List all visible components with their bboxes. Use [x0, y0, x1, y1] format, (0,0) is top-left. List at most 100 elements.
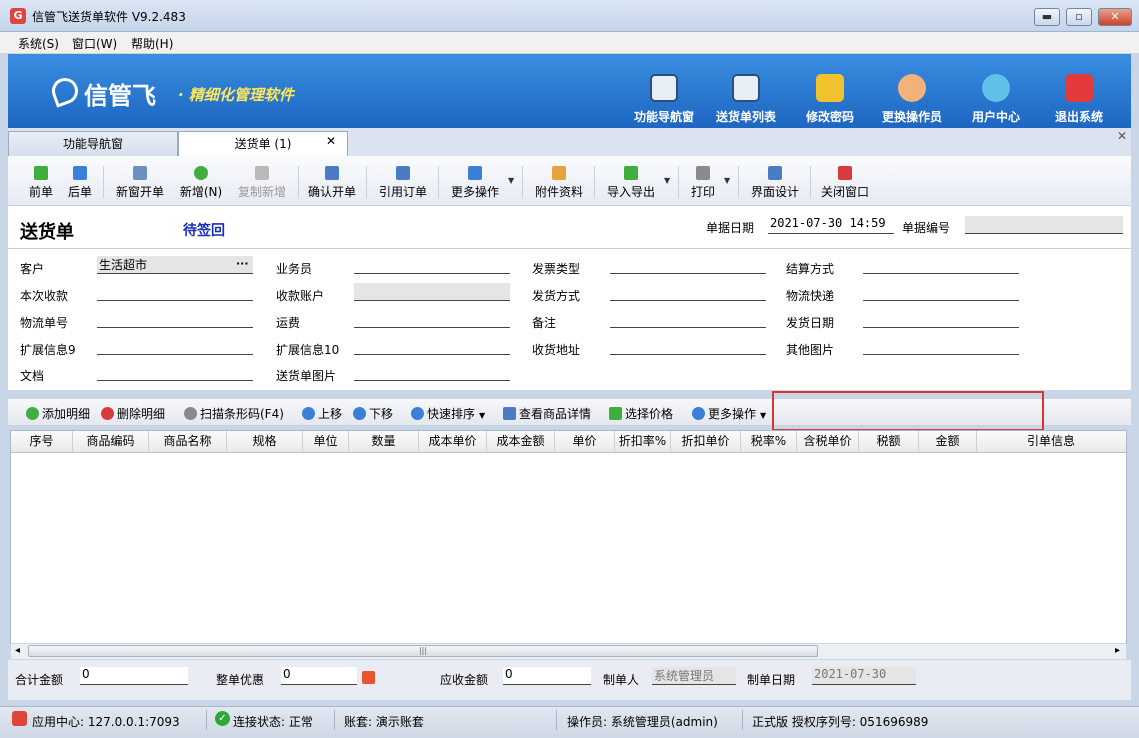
move-up-button[interactable]: 上移 [302, 405, 342, 422]
column-header[interactable]: 金额 [919, 431, 977, 453]
delete-line-button[interactable]: 删除明细 [101, 405, 165, 422]
delivery-address-field[interactable] [610, 337, 766, 355]
freight-field[interactable] [354, 310, 510, 328]
column-header[interactable]: 税率% [741, 431, 797, 453]
column-header[interactable]: 引单信息 [977, 431, 1125, 453]
select-price-button[interactable]: 选择价格 [609, 405, 673, 422]
add-new-button[interactable]: 新增(N) [176, 162, 226, 202]
doc-number-field[interactable] [965, 216, 1123, 234]
banner-delivery-list-button[interactable]: 送货单列表 [706, 54, 786, 128]
make-date-label: 制单日期 [747, 673, 796, 687]
new-window-doc-button[interactable]: 新窗开单 [112, 162, 168, 202]
receiving-account-field[interactable] [354, 283, 510, 301]
ext-info-10-field[interactable] [354, 337, 510, 355]
print-icon [696, 166, 710, 180]
panel-close-icon[interactable]: ✕ [1117, 129, 1127, 143]
scroll-left-icon[interactable]: ◂ [15, 645, 20, 656]
column-header[interactable]: 单位 [303, 431, 349, 453]
column-header[interactable]: 单价 [555, 431, 615, 453]
tab-close-icon[interactable]: ✕ [326, 134, 336, 148]
column-header[interactable]: 商品名称 [149, 431, 227, 453]
move-down-button[interactable]: 下移 [353, 405, 393, 422]
status-operator: 操作员: 系统管理员(admin) [567, 715, 718, 729]
next-doc-button[interactable]: 后单 [65, 162, 95, 202]
toolbar-separator [366, 166, 367, 198]
other-images-field[interactable] [863, 337, 1019, 355]
ext-info-9-field[interactable] [97, 337, 253, 355]
barcode-icon [184, 407, 197, 420]
copy-new-button[interactable]: 复制新增 [234, 162, 290, 202]
column-header[interactable]: 商品编码 [73, 431, 149, 453]
import-export-button[interactable]: 导入导出 [604, 162, 658, 202]
delivery-image-field[interactable] [354, 363, 510, 381]
quick-sort-button[interactable]: 快速排序 ▼ [411, 405, 485, 422]
remarks-label: 备注 [532, 316, 557, 330]
toolbar-separator [438, 166, 439, 198]
column-header[interactable]: 成本单价 [419, 431, 487, 453]
doc-date-field[interactable]: 2021-07-30 14:59 [768, 216, 894, 234]
copy-icon [255, 166, 269, 180]
column-header[interactable]: 折扣单价 [671, 431, 741, 453]
column-header[interactable]: 税额 [859, 431, 919, 453]
status-separator [556, 710, 557, 730]
tab-function-nav[interactable]: 功能导航窗 [8, 131, 178, 156]
banner-exit-button[interactable]: 退出系统 [1039, 54, 1119, 128]
discount-edit-icon[interactable] [362, 671, 375, 684]
settlement-field[interactable] [863, 256, 1019, 274]
minimize-button[interactable]: ▬ [1034, 8, 1060, 26]
scroll-right-icon[interactable]: ▸ [1115, 645, 1120, 656]
remarks-field[interactable] [610, 310, 766, 328]
attachments-button[interactable]: 附件资料 [532, 162, 586, 202]
tracking-number-field[interactable] [97, 310, 253, 328]
column-header[interactable]: 折扣率% [615, 431, 671, 453]
close-window-button[interactable]: 关闭窗口 [818, 162, 872, 202]
banner-change-password-button[interactable]: 修改密码 [790, 54, 870, 128]
customer-picker-button[interactable]: ··· [236, 257, 249, 270]
add-line-button[interactable]: 添加明细 [26, 405, 90, 422]
column-header[interactable]: 含税单价 [797, 431, 859, 453]
banner-user-center-button[interactable]: 用户中心 [956, 54, 1036, 128]
ui-design-button[interactable]: 界面设计 [748, 162, 802, 202]
invoice-type-field[interactable] [610, 256, 766, 274]
detail-more-actions-button[interactable]: 更多操作 ▼ [692, 405, 766, 422]
column-header[interactable]: 序号 [11, 431, 73, 453]
scan-barcode-button[interactable]: 扫描条形码(F4) [184, 405, 284, 422]
shipping-method-field[interactable] [610, 283, 766, 301]
window-title: 信管飞送货单软件 V9.2.483 [32, 10, 186, 24]
ship-date-field[interactable] [863, 310, 1019, 328]
salesperson-field[interactable] [354, 256, 510, 274]
banner-switch-operator-button[interactable]: 更换操作员 [872, 54, 952, 128]
window-close-button[interactable]: ✕ [1098, 8, 1132, 26]
detail-grid[interactable] [10, 430, 1127, 644]
more-actions-dropdown-icon[interactable]: ▼ [508, 176, 514, 185]
payment-received-field[interactable] [97, 283, 253, 301]
import-export-dropdown-icon[interactable]: ▼ [664, 176, 670, 185]
tab-delivery-note[interactable]: 送货单 (1) [178, 131, 348, 156]
toolbar-separator [103, 166, 104, 198]
banner-nav-window-button[interactable]: 功能导航窗 [624, 54, 704, 128]
page-title: 送货单 [20, 222, 74, 243]
document-field[interactable] [97, 363, 253, 381]
order-discount-field[interactable]: 0 [281, 667, 357, 685]
courier-label: 物流快递 [786, 289, 835, 303]
column-header[interactable]: 成本金额 [487, 431, 555, 453]
reference-order-button[interactable]: 引用订单 [376, 162, 430, 202]
column-header[interactable]: 规格 [227, 431, 303, 453]
maximize-button[interactable]: ▫ [1066, 8, 1092, 26]
more-actions-button[interactable]: 更多操作 [448, 162, 502, 202]
print-button[interactable]: 打印 [688, 162, 718, 202]
menu-system[interactable]: 系统(S) [18, 35, 59, 52]
prev-doc-button[interactable]: 前单 [26, 162, 56, 202]
courier-field[interactable] [863, 283, 1019, 301]
menu-help[interactable]: 帮助(H) [131, 35, 173, 52]
menu-window[interactable]: 窗口(W) [72, 35, 117, 52]
scrollbar-thumb[interactable]: ||| [28, 645, 818, 657]
customer-field[interactable]: 生活超市 [97, 256, 253, 274]
add-icon [26, 407, 39, 420]
column-header[interactable]: 数量 [349, 431, 419, 453]
doc-date-label: 单据日期 [706, 221, 755, 235]
print-dropdown-icon[interactable]: ▼ [724, 176, 730, 185]
confirm-doc-button[interactable]: 确认开单 [306, 162, 358, 202]
receivable-field: 0 [503, 667, 591, 685]
view-product-detail-button[interactable]: 查看商品详情 [503, 405, 591, 422]
